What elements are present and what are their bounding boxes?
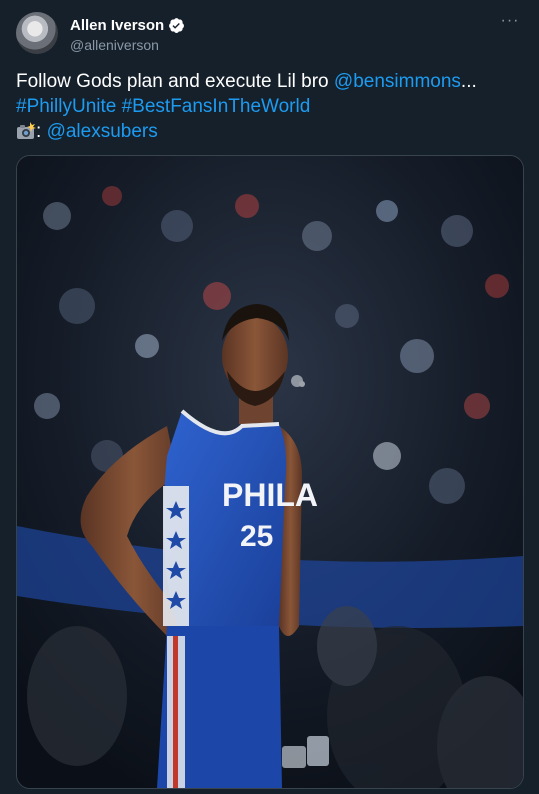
author-handle[interactable]: @alleniverson [70, 37, 185, 53]
author-avatar[interactable] [16, 12, 58, 54]
author-display-name[interactable]: Allen Iverson [70, 17, 164, 34]
verified-badge-icon [169, 17, 185, 33]
hashtag-link-bestfansintheworld[interactable]: #BestFansInTheWorld [122, 96, 311, 117]
tweet-media-photo[interactable]: PHILA 25 [16, 155, 524, 789]
tweet-text-body: Follow Gods plan and execute Lil bro [16, 71, 334, 92]
jersey-number-text: 25 [240, 520, 273, 553]
tweet-text-line-3: : @alexsubers [16, 119, 526, 144]
tweet-header: Allen Iverson @alleniverson ··· [16, 12, 523, 56]
tweet-text-line-2: #PhillyUnite #BestFansInTheWorld [16, 94, 526, 119]
mention-link-alexsubers[interactable]: @alexsubers [47, 121, 158, 142]
author-names[interactable]: Allen Iverson @alleniverson [70, 15, 185, 53]
jersey-team-text: PHILA [222, 477, 318, 513]
camera-flash-icon [17, 122, 36, 139]
tweet-text: Follow Gods plan and execute Lil bro @be… [16, 69, 526, 144]
mention-link-bensimmons[interactable]: @bensimmons [334, 71, 461, 92]
credit-separator: : [36, 121, 47, 142]
player-photo: PHILA 25 [17, 156, 523, 788]
hashtag-link-phillyunite[interactable]: #PhillyUnite [16, 96, 116, 117]
more-horizontal-icon[interactable]: ··· [499, 13, 521, 30]
truncation-ellipsis: ... [460, 71, 477, 92]
tweet-text-line-1: Follow Gods plan and execute Lil bro @be… [16, 69, 526, 94]
tweet-card[interactable]: Allen Iverson @alleniverson ··· Follow G… [0, 0, 539, 794]
